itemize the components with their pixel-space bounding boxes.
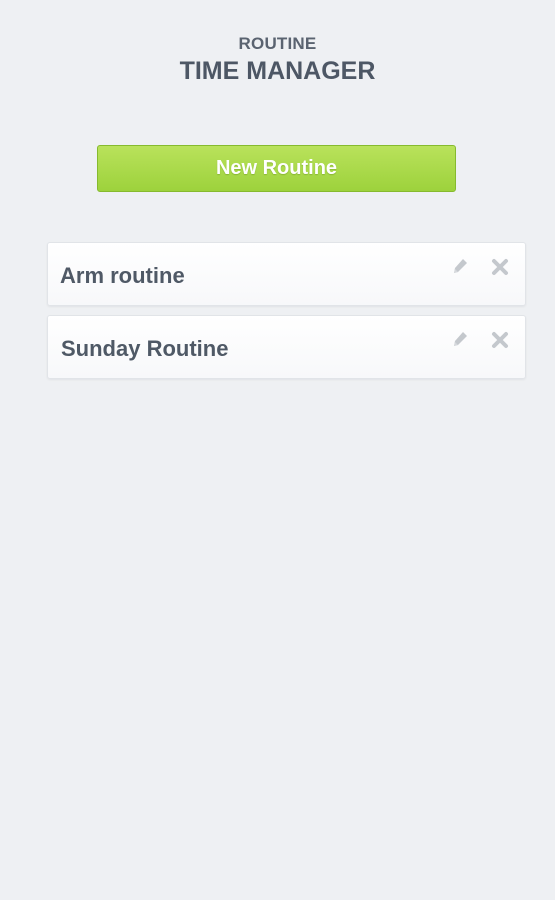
routine-item[interactable]: Sunday Routine [47,315,526,379]
app-root: ROUTINE TIME MANAGER New Routine Arm rou… [0,0,555,900]
app-title: TIME MANAGER [179,57,376,85]
close-icon[interactable] [490,329,510,351]
routine-item[interactable]: Arm routine [47,242,526,306]
routine-name: Sunday Routine [61,336,229,361]
header: ROUTINE TIME MANAGER [0,34,555,87]
pencil-icon[interactable] [450,329,470,351]
new-routine-button[interactable]: New Routine [97,145,456,192]
close-icon[interactable] [490,256,510,278]
routine-list: Arm routine Sunday Routine [47,242,526,388]
pencil-icon[interactable] [450,256,470,278]
routine-name: Arm routine [60,263,185,288]
app-subtitle: ROUTINE [238,34,317,53]
